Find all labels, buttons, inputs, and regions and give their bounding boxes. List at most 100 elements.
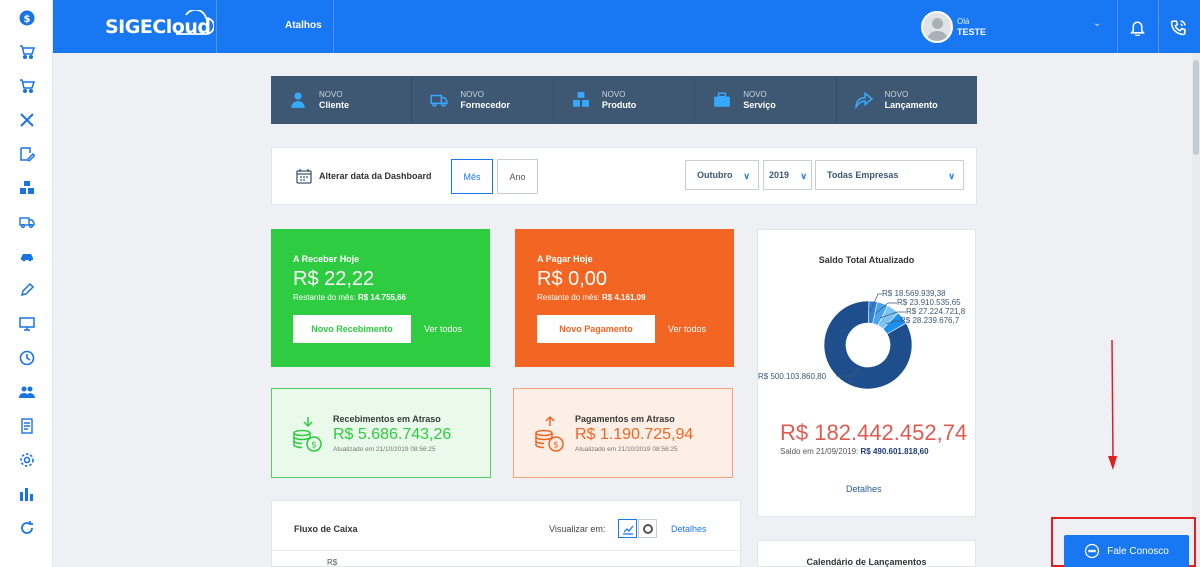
card-title: A Receber Hoje — [293, 254, 360, 264]
shortcuts-menu[interactable]: Atalhos — [285, 20, 322, 31]
receivable-today-card: A Receber Hoje R$ 22,22 Restante do mês:… — [271, 229, 490, 367]
donut-chart-view-button[interactable] — [638, 519, 657, 538]
cloud-icon — [176, 10, 215, 35]
phone-icon[interactable] — [1168, 17, 1188, 37]
currency-axis-label: R$ — [327, 558, 338, 567]
card-value: R$ 1.190.725,94 — [575, 426, 694, 443]
svg-text:$: $ — [553, 441, 559, 451]
cart-icon[interactable] — [17, 42, 37, 62]
balance-details-link[interactable]: Detalhes — [846, 484, 882, 494]
chart-leader-lines — [836, 293, 906, 377]
chevron-down-icon: ∨ — [948, 171, 955, 181]
balance-previous-label: Saldo em 21/09/2019: — [780, 447, 859, 456]
scrollbar-thumb[interactable] — [1193, 60, 1199, 155]
quick-small-label: NOVO — [460, 90, 484, 99]
topbar: SIGECloud Atalhos Olá TESTE ⌄ — [53, 0, 1200, 53]
new-product-button[interactable]: NOVO Produto — [554, 76, 696, 124]
balance-previous: Saldo em 21/09/2019: R$ 490.601.818,60 — [780, 447, 929, 456]
balance-value: R$ 182.442.452,74 — [780, 420, 968, 445]
edit-icon[interactable] — [17, 144, 37, 164]
card-value: R$ 0,00 — [537, 268, 608, 290]
card-value: R$ 22,22 — [293, 268, 375, 290]
bar-chart-icon[interactable] — [17, 484, 37, 504]
topbar-divider — [216, 0, 217, 53]
new-payment-button[interactable]: Novo Pagamento — [537, 315, 655, 343]
new-supplier-button[interactable]: NOVO Fornecedor — [412, 76, 554, 124]
card-title: A Pagar Hoje — [537, 254, 593, 264]
new-receipt-button[interactable]: Novo Recebimento — [293, 315, 411, 343]
overdue-payments-card[interactable]: $ Pagamentos em Atraso R$ 1.190.725,94 A… — [513, 388, 733, 478]
user-name: TESTE — [957, 27, 987, 37]
avatar — [921, 11, 953, 43]
card-title: Pagamentos em Atraso — [575, 414, 675, 424]
chat-icon — [1084, 543, 1100, 559]
users-icon[interactable] — [17, 382, 37, 402]
new-entry-button[interactable]: NOVO Lançamento — [837, 76, 977, 124]
dollar-icon[interactable]: $ — [17, 8, 37, 28]
truck-icon[interactable] — [17, 212, 37, 232]
user-menu[interactable]: Olá TESTE — [921, 11, 986, 43]
card-updated: Atualizado em 21/10/2019 08:56:25 — [575, 446, 678, 453]
year-select[interactable]: 2019 ∨ — [763, 160, 812, 190]
year-toggle-button[interactable]: Ano — [497, 159, 538, 194]
view-as-label: Visualizar em: — [549, 524, 606, 534]
truck-icon — [430, 91, 449, 109]
quick-add-bar: NOVO Cliente NOVO Fornecedor NOVO Produto N… — [271, 76, 977, 124]
card-remaining: Restante do mês: R$ 14.755,66 — [293, 293, 406, 302]
quick-label: Cliente — [319, 100, 350, 110]
coins-down-icon: $ — [293, 417, 322, 452]
report-icon[interactable] — [17, 416, 37, 436]
dashboard-filter-panel: Alterar data da Dashboard Mês Ano Outubr… — [271, 147, 977, 205]
quick-small-label: NOVO — [601, 90, 626, 99]
bell-icon[interactable] — [1127, 17, 1147, 37]
cash-flow-details-link[interactable]: Detalhes — [671, 524, 707, 534]
gear-icon[interactable] — [17, 450, 37, 470]
tools-icon[interactable] — [17, 110, 37, 130]
month-select[interactable]: Outubro ∨ — [685, 160, 759, 190]
cart-check-icon[interactable] — [17, 76, 37, 96]
view-all-payables-link[interactable]: Ver todos — [668, 324, 706, 334]
new-client-button[interactable]: NOVO Cliente — [271, 76, 413, 124]
car-icon[interactable] — [17, 246, 37, 266]
payable-today-card: A Pagar Hoje R$ 0,00 Restante do mês: R$… — [515, 229, 734, 367]
line-chart-view-button[interactable] — [618, 519, 637, 538]
panel-title: Fluxo de Caixa — [294, 524, 358, 534]
person-icon — [289, 91, 307, 109]
monitor-icon[interactable] — [17, 314, 37, 334]
svg-text:$: $ — [24, 14, 31, 25]
company-select[interactable]: Todas Empresas ∨ — [815, 160, 964, 190]
divider — [272, 550, 740, 551]
contact-us-button[interactable]: Fale Conosco — [1064, 535, 1189, 567]
month-toggle-button[interactable]: Mês — [451, 159, 493, 194]
quick-label: Produto — [601, 100, 637, 110]
new-service-button[interactable]: NOVO Serviço — [695, 76, 837, 124]
quick-label: Fornecedor — [460, 100, 510, 110]
boxes-icon[interactable] — [17, 178, 37, 198]
cash-flow-panel: Fluxo de Caixa Visualizar em: Detalhes R… — [271, 500, 741, 567]
remaining-value: R$ 4.161,09 — [601, 293, 646, 302]
overdue-receipts-card[interactable]: $ Recebimentos em Atraso R$ 5.686.743,26… — [271, 388, 491, 478]
total-balance-panel: Saldo Total Atualizado R$ 18.569.939,38 … — [757, 229, 976, 517]
year-select-value: 2019 — [769, 170, 790, 180]
view-all-receivables-link[interactable]: Ver todos — [424, 324, 462, 334]
user-greeting: Olá — [957, 17, 970, 26]
coins-up-icon: $ — [535, 416, 564, 452]
remaining-label: Restante do mês: — [293, 293, 356, 302]
topbar-divider — [333, 0, 334, 53]
company-select-value: Todas Empresas — [827, 170, 899, 180]
chevron-down-icon[interactable]: ⌄ — [1093, 18, 1101, 29]
month-select-value: Outubro — [697, 170, 733, 180]
clock-icon[interactable] — [17, 348, 37, 368]
entries-calendar-panel: Calendário de Lançamentos — [757, 540, 976, 567]
refresh-icon[interactable] — [17, 518, 37, 538]
pencil-icon[interactable] — [17, 280, 37, 300]
topbar-divider — [1158, 0, 1159, 53]
quick-small-label: NOVO — [884, 90, 909, 99]
sigecloud-logo[interactable]: SIGECloud — [105, 10, 215, 41]
contact-us-label: Fale Conosco — [1107, 545, 1169, 557]
annotation-arrow — [1108, 340, 1117, 470]
card-title: Recebimentos em Atraso — [333, 414, 441, 424]
chevron-down-icon: ∨ — [743, 171, 750, 181]
panel-title: Calendário de Lançamentos — [806, 557, 927, 567]
quick-label: Lançamento — [884, 100, 938, 110]
